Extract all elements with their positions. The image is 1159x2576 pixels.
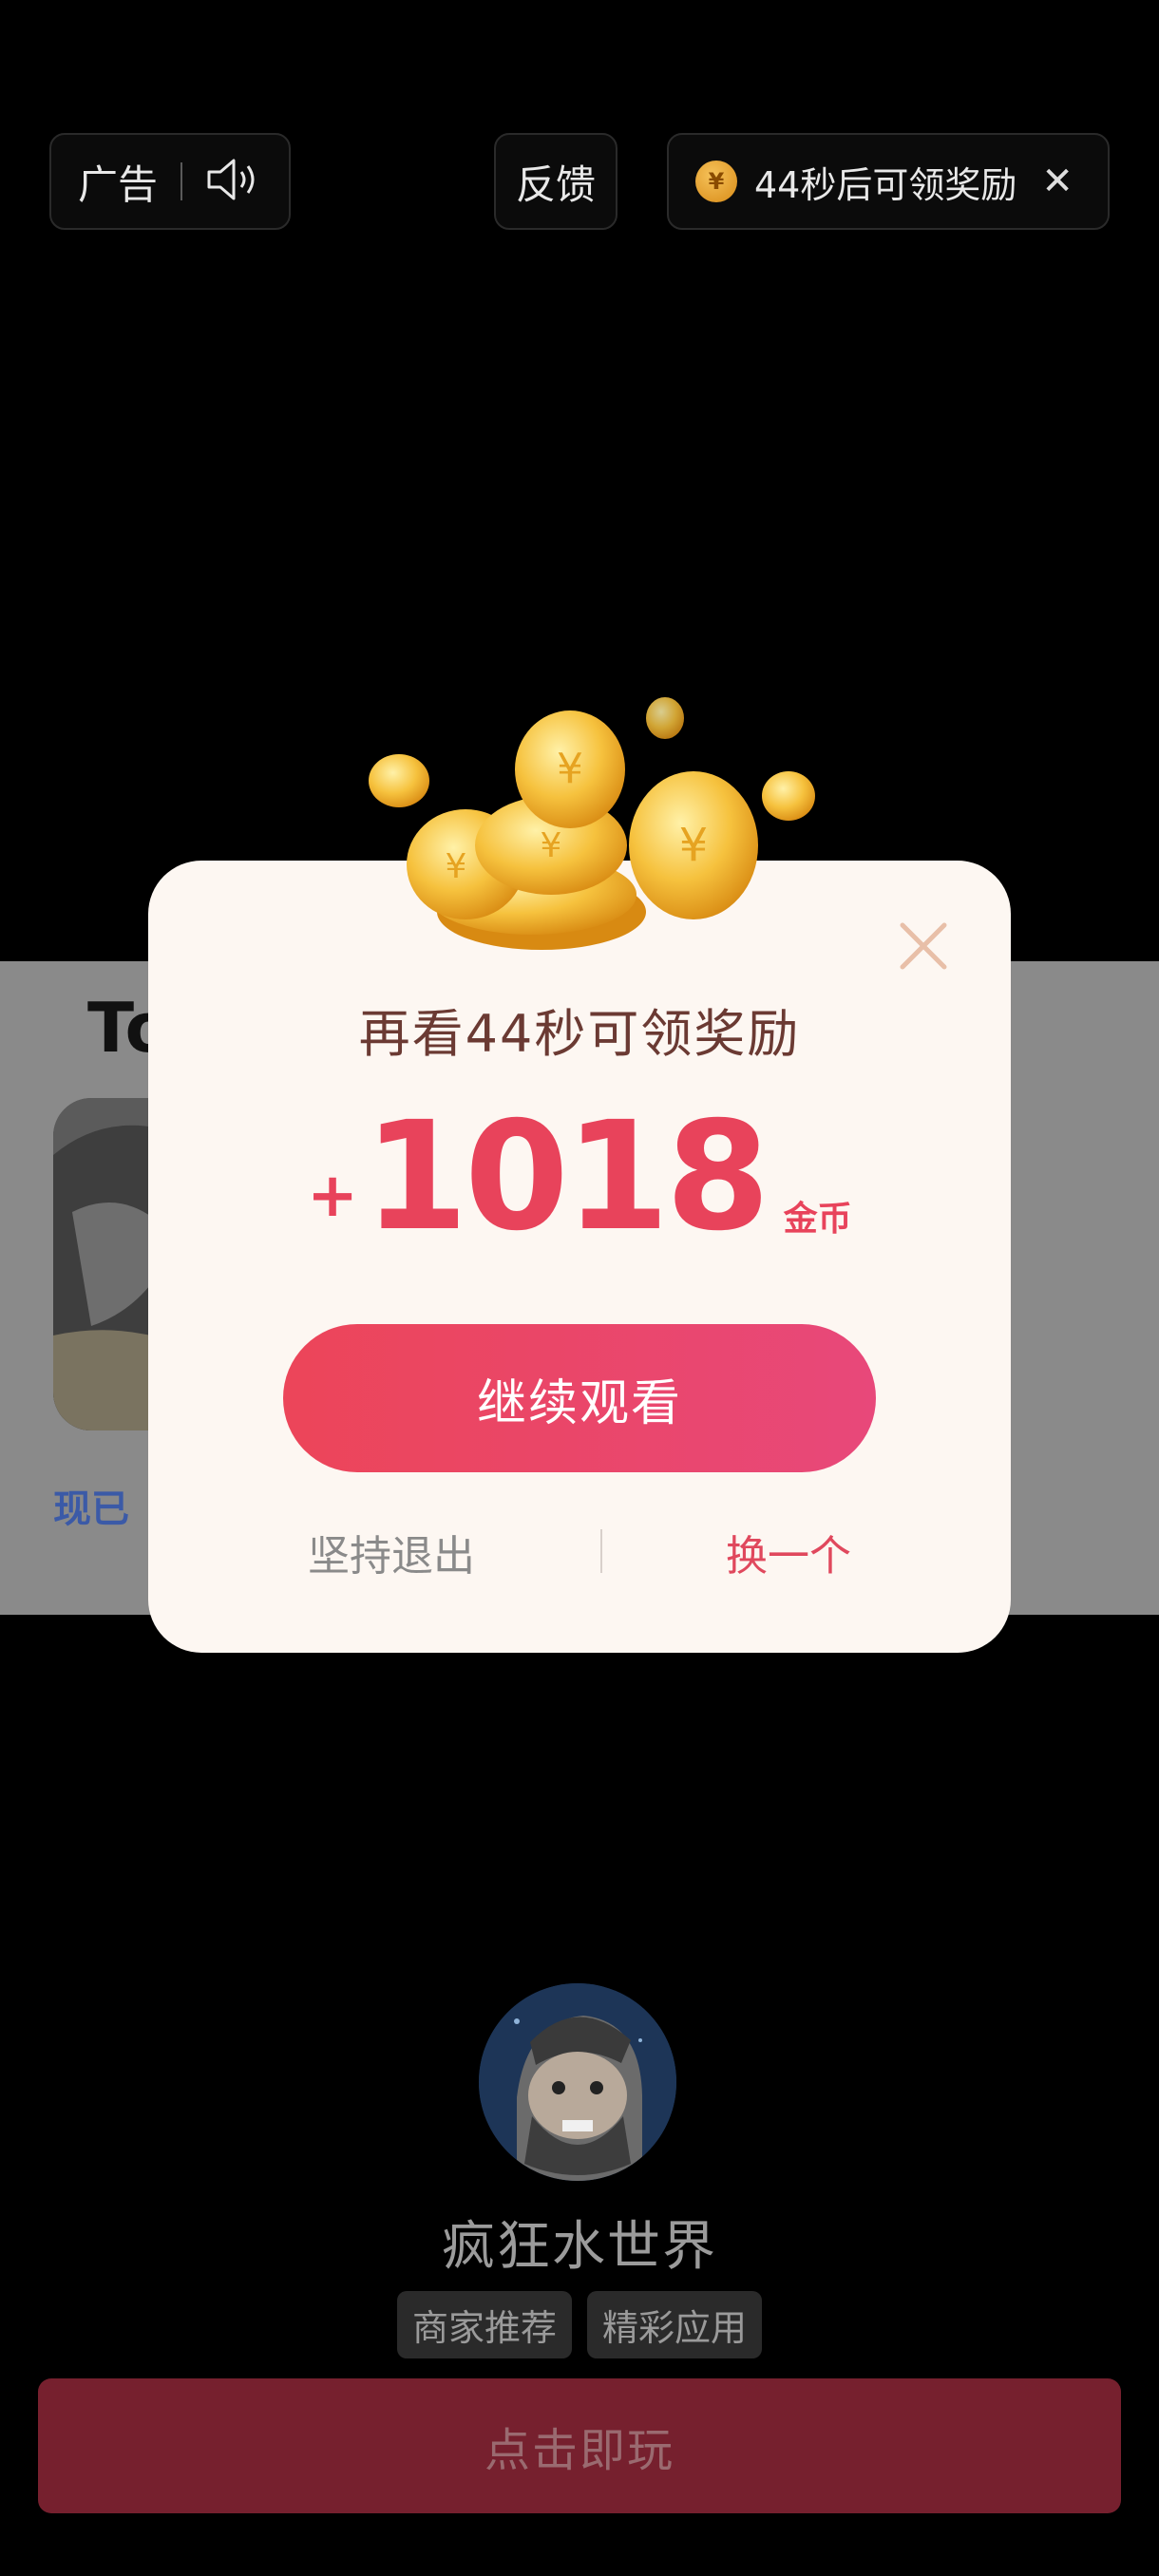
amount-unit: 金币 — [783, 1200, 852, 1239]
ad-label: 广告 — [78, 161, 159, 208]
continue-watching-button[interactable]: 继续观看 — [283, 1324, 876, 1472]
app-name: 疯狂水世界 — [442, 2216, 717, 2278]
feedback-label: 反馈 — [515, 161, 596, 208]
ad-label-pill: 广告 — [49, 133, 291, 230]
svg-text:¥: ¥ — [446, 847, 467, 886]
reward-countdown-pill[interactable]: ¥ 44秒后可领奖励 ✕ — [667, 133, 1110, 230]
play-now-button[interactable]: 点击即玩 — [38, 2378, 1121, 2513]
popup-close-icon[interactable] — [893, 916, 954, 976]
coin-icon: ¥ — [695, 161, 737, 202]
svg-text:¥: ¥ — [557, 745, 583, 793]
exit-button[interactable]: 坚持退出 — [285, 1522, 498, 1582]
app-tag: 商家推荐 — [396, 2291, 572, 2358]
reward-amount: + 1018 金币 — [148, 1102, 1011, 1252]
feedback-button[interactable]: 反馈 — [494, 133, 618, 230]
speaker-icon[interactable] — [205, 155, 264, 208]
popup-title: 再看44秒可领奖励 — [358, 1004, 801, 1064]
amount-value: 1018 — [363, 1089, 770, 1264]
app-avatar[interactable] — [479, 1983, 676, 2181]
app-tags: 商家推荐 精彩应用 — [0, 2291, 1159, 2358]
action-divider — [600, 1529, 602, 1573]
background-ad-link: 现已 — [53, 1487, 129, 1531]
reward-countdown-text: 44秒后可领奖励 — [754, 163, 1017, 206]
svg-text:¥: ¥ — [541, 826, 562, 865]
amount-plus-sign: + — [307, 1161, 358, 1231]
gold-coins-illustration: ¥ ¥ ¥ ¥ — [369, 697, 815, 950]
switch-ad-button[interactable]: 换一个 — [682, 1522, 895, 1582]
app-tag: 精彩应用 — [587, 2291, 763, 2358]
ad-divider — [180, 162, 183, 200]
svg-text:¥: ¥ — [679, 819, 709, 872]
close-icon[interactable]: ✕ — [1041, 160, 1074, 203]
